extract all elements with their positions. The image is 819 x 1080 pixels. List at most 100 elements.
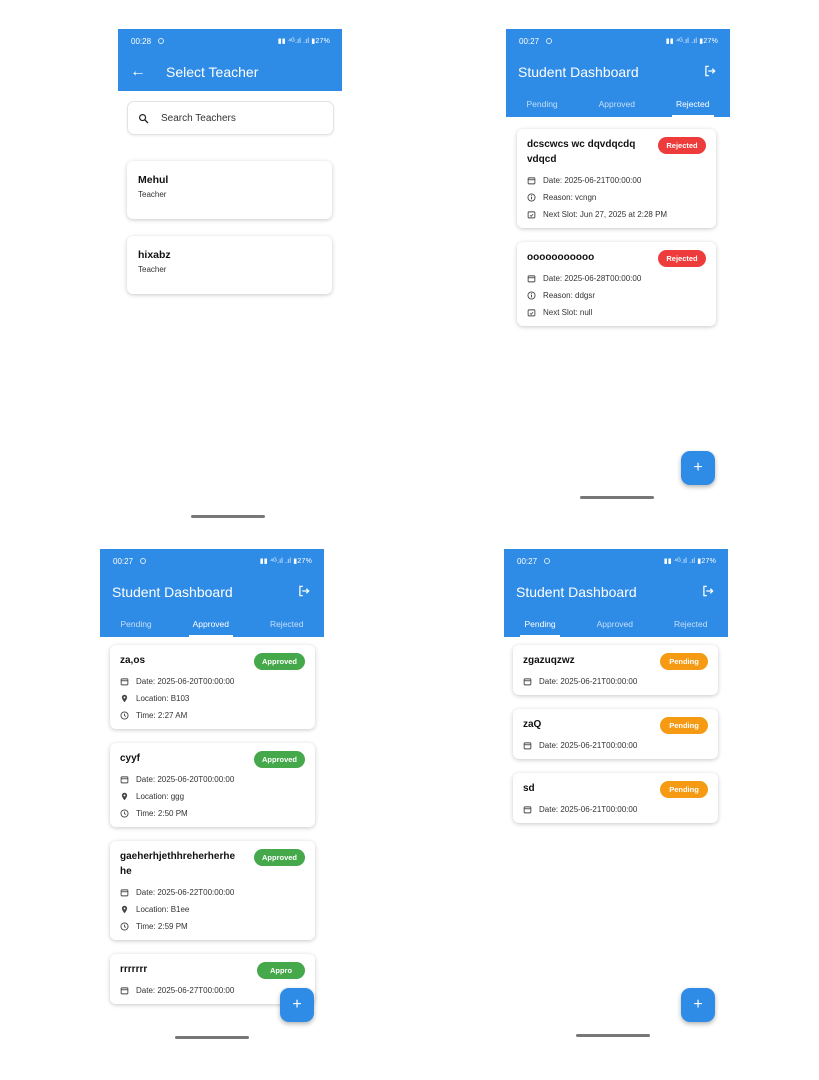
- teacher-name: Mehul: [138, 174, 169, 186]
- request-date: Date: 2025-06-20T00:00:00: [136, 677, 235, 686]
- teacher-role: Teacher: [138, 190, 167, 199]
- request-location: Location: ggg: [136, 792, 185, 801]
- clock-icon: [120, 922, 129, 931]
- request-time: Time: 2:59 PM: [136, 922, 188, 931]
- request-date: Date: 2025-06-22T00:00:00: [136, 888, 235, 897]
- status-indicators: ▮▮ ⁴ᴳ.ıl .ıl ▮27%: [277, 38, 330, 45]
- location-icon: [121, 694, 128, 703]
- teacher-card[interactable]: Mehul Teacher: [127, 161, 332, 219]
- location-icon: [121, 792, 128, 801]
- info-icon: [527, 193, 536, 202]
- dashboard-pending-screen: 00:27 ▮▮ ⁴ᴳ.ıl .ıl ▮27% Student Dashboar…: [504, 549, 728, 1039]
- request-time: Time: 2:27 AM: [136, 711, 188, 720]
- gesture-nav-bar[interactable]: [175, 1036, 249, 1039]
- request-location: Location: B103: [136, 694, 190, 703]
- status-indicators: ▮▮ ⁴ᴳ.ıl .ıl ▮27%: [665, 38, 718, 45]
- calendar-icon: [120, 889, 129, 897]
- search-placeholder: Search Teachers: [161, 112, 236, 124]
- select-teacher-screen: 00:28 ▮▮ ⁴ᴳ.ıl .ıl ▮27% ← Select Teacher…: [118, 29, 342, 519]
- page-title: Select Teacher: [166, 64, 259, 80]
- clock-icon: [120, 711, 129, 720]
- tab-pending[interactable]: Pending: [518, 91, 565, 117]
- calendar-icon: [527, 275, 536, 283]
- status-indicators: ▮▮ ⁴ᴳ.ıl .ıl ▮27%: [259, 558, 312, 565]
- tab-approved[interactable]: Approved: [591, 91, 643, 117]
- request-card[interactable]: za,os Approved Date: 2025-06-20T00:00:00…: [110, 645, 315, 729]
- status-bar: 00:27 ▮▮ ⁴ᴳ.ıl .ıl ▮27%: [100, 549, 324, 573]
- status-bar: 00:28 ▮▮ ⁴ᴳ.ıl .ıl ▮27%: [118, 29, 342, 53]
- page-title: Student Dashboard: [516, 584, 637, 600]
- notification-icon: [158, 38, 165, 44]
- status-indicators: ▮▮ ⁴ᴳ.ıl .ıl ▮27%: [663, 558, 716, 565]
- request-card[interactable]: ooooooooooo Rejected Date: 2025-06-28T00…: [517, 242, 716, 326]
- status-badge: Pending: [660, 653, 708, 670]
- dashboard-rejected-screen: 00:27 ▮▮ ⁴ᴳ.ıl .ıl ▮27% Student Dashboar…: [506, 29, 730, 501]
- tab-bar: Pending Approved Rejected: [504, 611, 728, 637]
- tab-pending[interactable]: Pending: [516, 611, 563, 637]
- calendar-icon: [120, 678, 129, 686]
- request-reason: Reason: ddgsr: [543, 291, 596, 300]
- request-date: Date: 2025-06-20T00:00:00: [136, 775, 235, 784]
- app-bar: Student Dashboard: [100, 573, 324, 611]
- tab-pending[interactable]: Pending: [112, 611, 159, 637]
- event-icon: [527, 211, 536, 219]
- request-card[interactable]: cyyf Approved Date: 2025-06-20T00:00:00 …: [110, 743, 315, 827]
- teacher-card[interactable]: hixabz Teacher: [127, 236, 332, 294]
- request-card[interactable]: zgazuqzwz Pending Date: 2025-06-21T00:00…: [513, 645, 718, 695]
- logout-icon[interactable]: [703, 64, 717, 78]
- add-request-button[interactable]: +: [280, 988, 314, 1022]
- request-date: Date: 2025-06-21T00:00:00: [539, 741, 638, 750]
- status-time: 00:27: [517, 556, 538, 566]
- teacher-name: hixabz: [138, 249, 171, 261]
- event-icon: [527, 309, 536, 317]
- request-time: Time: 2:50 PM: [136, 809, 188, 818]
- status-time: 00:28: [131, 36, 152, 46]
- tab-bar: Pending Approved Rejected: [100, 611, 324, 637]
- request-card[interactable]: zaQ Pending Date: 2025-06-21T00:00:00: [513, 709, 718, 759]
- request-location: Location: B1ee: [136, 905, 190, 914]
- back-arrow-icon[interactable]: ←: [130, 64, 146, 80]
- status-badge: Appro: [257, 962, 305, 979]
- add-request-button[interactable]: +: [681, 988, 715, 1022]
- request-date: Date: 2025-06-21T00:00:00: [543, 176, 642, 185]
- logout-icon[interactable]: [297, 584, 311, 598]
- tab-approved[interactable]: Approved: [185, 611, 237, 637]
- next-slot: Next Slot: Jun 27, 2025 at 2:28 PM: [543, 210, 668, 219]
- logout-icon[interactable]: [701, 584, 715, 598]
- clock-icon: [120, 809, 129, 818]
- request-card[interactable]: dcscwcs wc dqvdqcdqvdqcd Rejected Date: …: [517, 129, 716, 228]
- status-badge: Pending: [660, 781, 708, 798]
- calendar-icon: [523, 678, 532, 686]
- status-time: 00:27: [519, 36, 540, 46]
- request-card[interactable]: gaeherhjethhreherherhe he Approved Date:…: [110, 841, 315, 940]
- dashboard-approved-screen: 00:27 ▮▮ ⁴ᴳ.ıl .ıl ▮27% Student Dashboar…: [100, 549, 324, 1044]
- tab-approved[interactable]: Approved: [589, 611, 641, 637]
- tab-rejected[interactable]: Rejected: [666, 611, 716, 637]
- calendar-icon: [523, 806, 532, 814]
- tab-rejected[interactable]: Rejected: [668, 91, 718, 117]
- search-input[interactable]: Search Teachers: [127, 101, 334, 135]
- gesture-nav-bar[interactable]: [576, 1034, 650, 1037]
- request-card[interactable]: sd Pending Date: 2025-06-21T00:00:00: [513, 773, 718, 823]
- calendar-icon: [120, 987, 129, 995]
- status-badge: Rejected: [658, 250, 706, 267]
- next-slot: Next Slot: null: [543, 308, 593, 317]
- app-bar: Student Dashboard: [504, 573, 728, 611]
- request-date: Date: 2025-06-27T00:00:00: [136, 986, 235, 995]
- status-badge: Pending: [660, 717, 708, 734]
- search-icon: [139, 113, 149, 123]
- status-bar: 00:27 ▮▮ ⁴ᴳ.ıl .ıl ▮27%: [504, 549, 728, 573]
- status-time: 00:27: [113, 556, 134, 566]
- tab-rejected[interactable]: Rejected: [262, 611, 312, 637]
- calendar-icon: [523, 742, 532, 750]
- add-request-button[interactable]: +: [681, 451, 715, 485]
- calendar-icon: [527, 177, 536, 185]
- request-reason: Reason: vcngn: [543, 193, 597, 202]
- notification-icon: [140, 558, 147, 564]
- gesture-nav-bar[interactable]: [580, 496, 654, 499]
- request-date: Date: 2025-06-21T00:00:00: [539, 677, 638, 686]
- app-bar: ← Select Teacher: [118, 53, 342, 91]
- location-icon: [121, 905, 128, 914]
- status-badge: Rejected: [658, 137, 706, 154]
- gesture-nav-bar[interactable]: [191, 515, 265, 518]
